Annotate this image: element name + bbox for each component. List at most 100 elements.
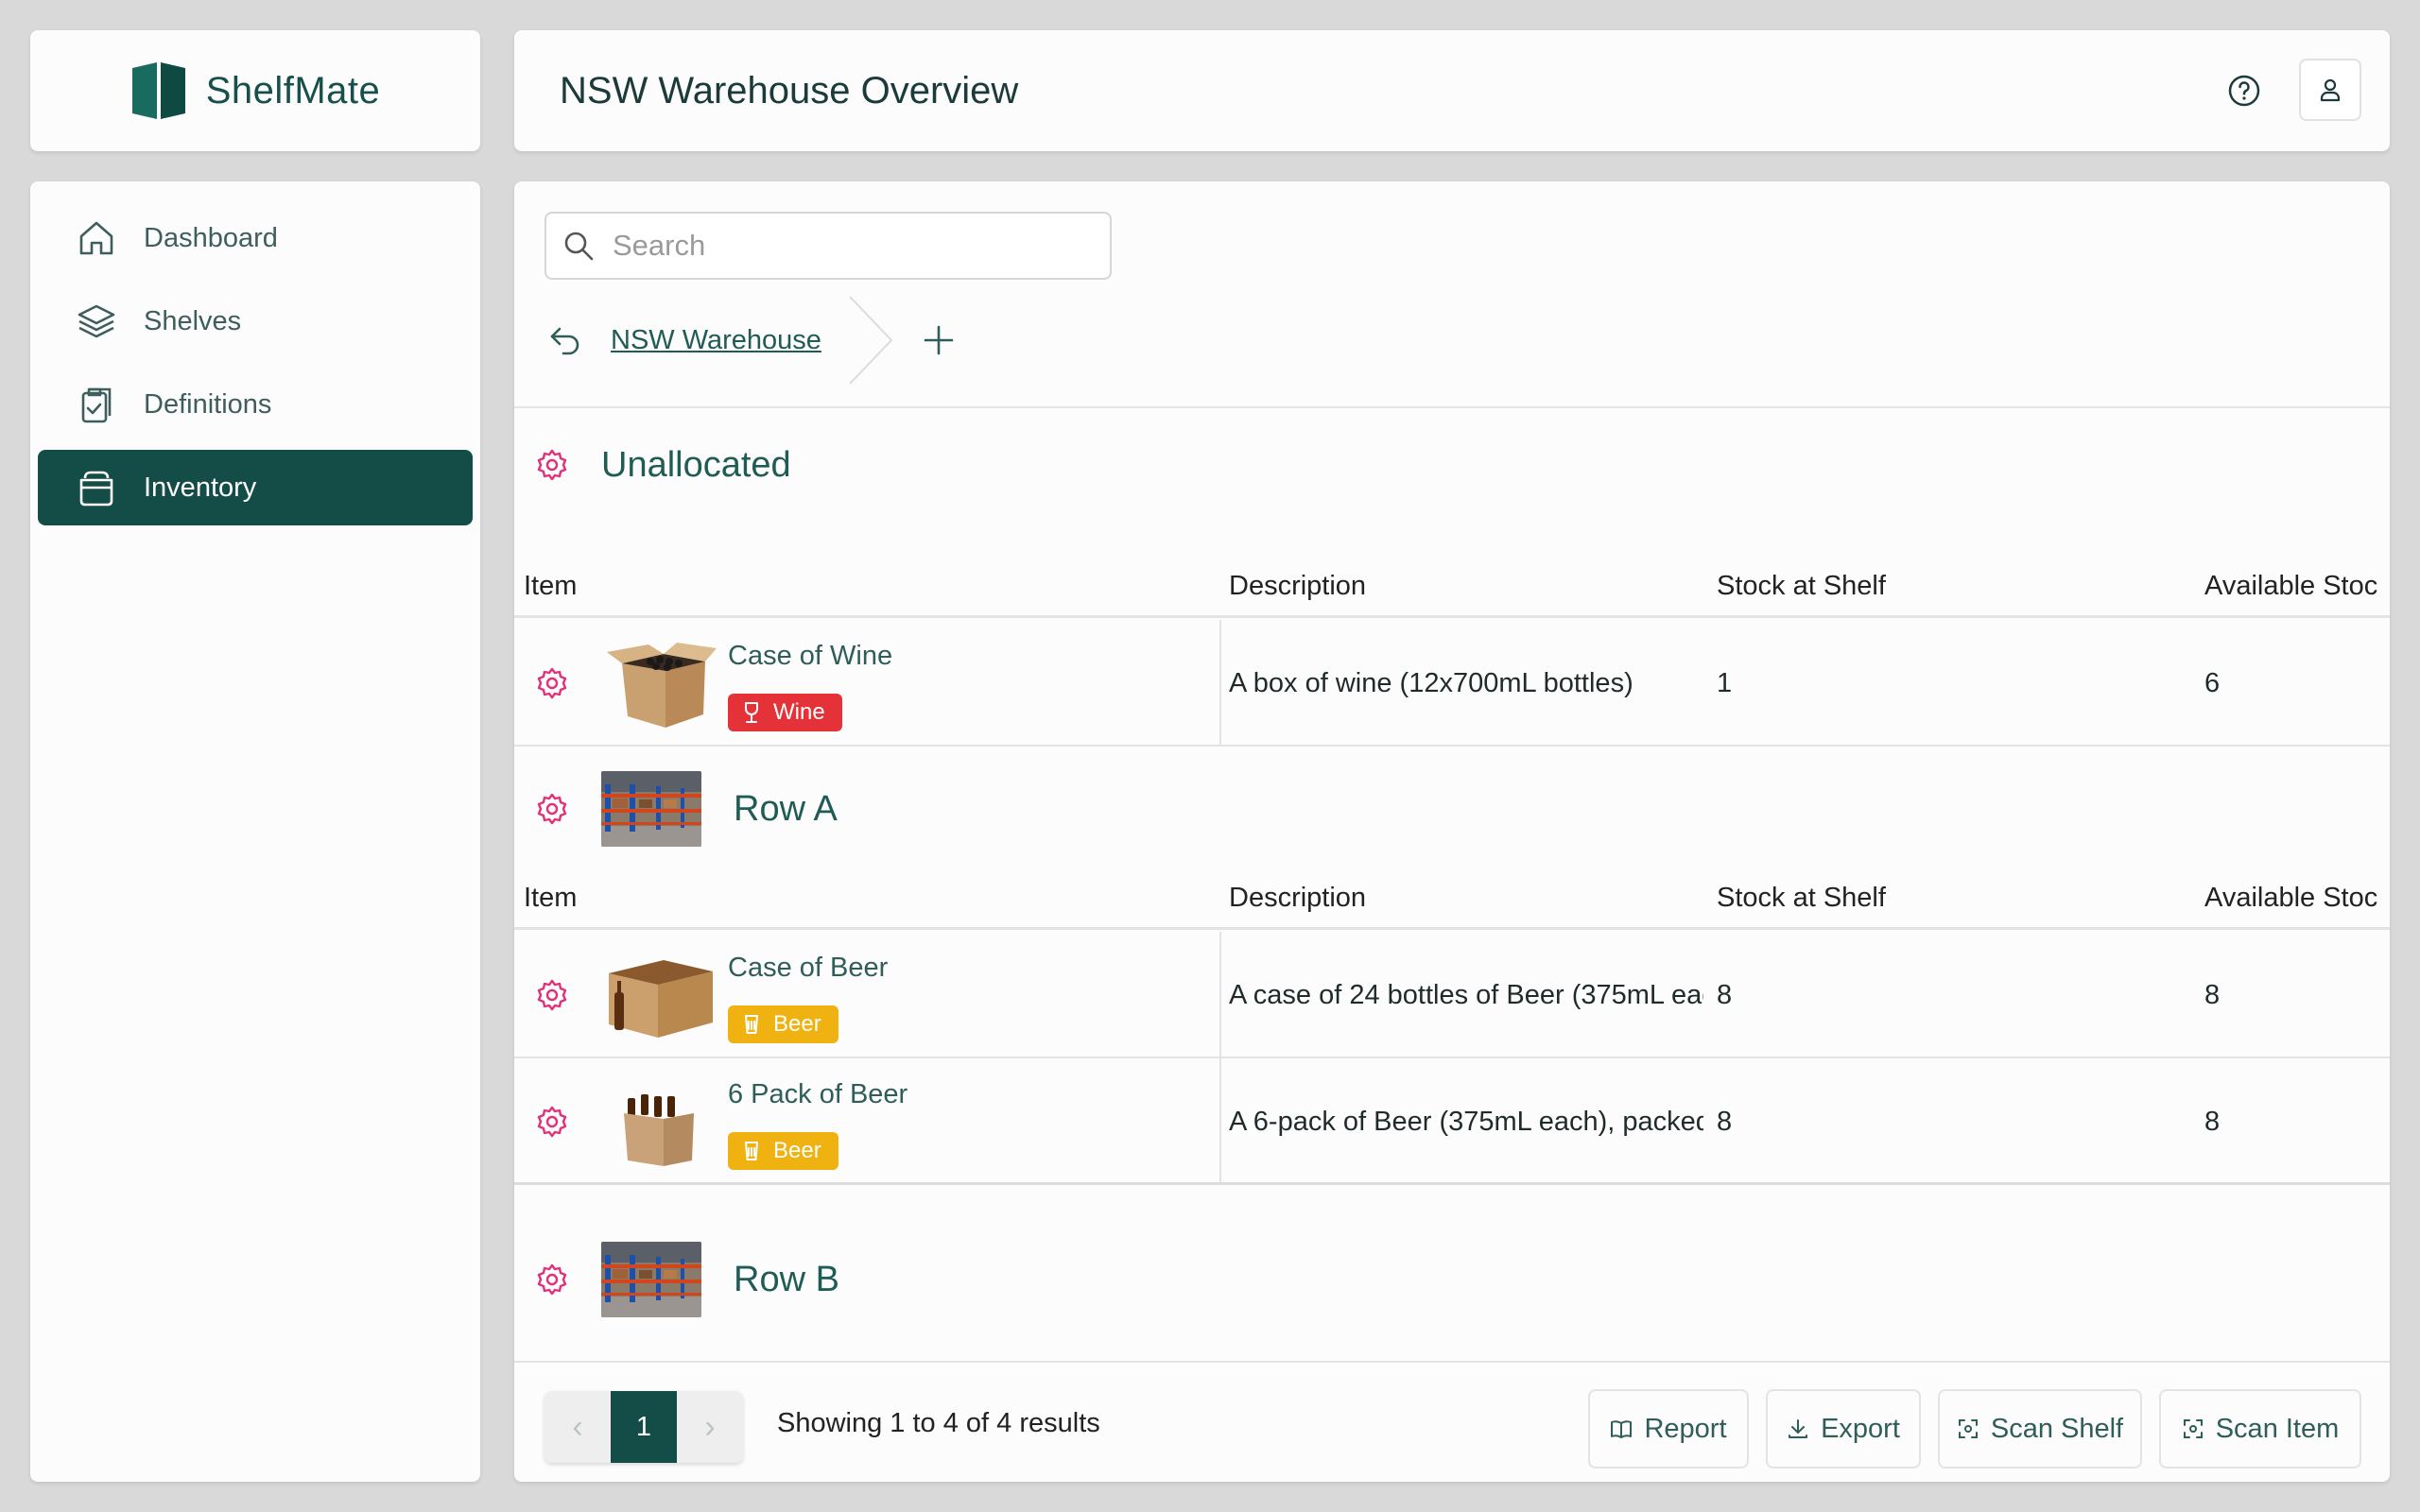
section-title: Row A bbox=[734, 788, 838, 829]
category-tag-beer: Beer bbox=[728, 1132, 838, 1170]
gear-icon[interactable] bbox=[535, 1105, 569, 1139]
download-icon bbox=[1789, 1419, 1808, 1438]
table-footer: ‹ 1 › Showing 1 to 4 of 4 results Report… bbox=[514, 1361, 2390, 1482]
item-name[interactable]: Case of Wine bbox=[728, 641, 892, 672]
sidebar: Dashboard Shelves Definitions Inventory bbox=[30, 181, 480, 1482]
section-header-row-a: Row A bbox=[514, 748, 2390, 869]
item-description: A 6-pack of Beer (375mL each), packed bbox=[1229, 1107, 1703, 1137]
stock-at-shelf: 8 bbox=[1717, 1107, 1733, 1137]
column-header-description: Description bbox=[1229, 571, 1367, 601]
column-header-item: Item bbox=[524, 571, 578, 601]
gear-icon[interactable] bbox=[535, 978, 569, 1012]
section-header-row-b: Row B bbox=[514, 1219, 2390, 1340]
page-button-current[interactable]: 1 bbox=[611, 1391, 677, 1463]
warehouse-row-image bbox=[601, 1242, 701, 1317]
warehouse-row-image bbox=[601, 771, 701, 847]
gear-icon[interactable] bbox=[535, 448, 569, 482]
table-header: Item Description Stock at Shelf Availabl… bbox=[514, 869, 2390, 930]
column-divider bbox=[1219, 620, 1221, 745]
gear-icon[interactable] bbox=[535, 1263, 569, 1297]
report-button[interactable]: Report bbox=[1588, 1389, 1749, 1469]
results-summary: Showing 1 to 4 of 4 results bbox=[777, 1408, 1100, 1438]
prev-page-button[interactable]: ‹ bbox=[544, 1391, 611, 1463]
sidebar-item-definitions[interactable]: Definitions bbox=[38, 367, 473, 442]
next-page-button[interactable]: › bbox=[677, 1391, 743, 1463]
box-icon bbox=[79, 471, 113, 507]
sidebar-item-shelves[interactable]: Shelves bbox=[38, 284, 473, 359]
layers-icon bbox=[78, 304, 115, 338]
search-icon bbox=[564, 232, 594, 261]
breadcrumb: NSW Warehouse bbox=[544, 295, 958, 386]
section-title: Unallocated bbox=[601, 444, 791, 485]
column-divider bbox=[1219, 1058, 1221, 1182]
scan-shelf-button[interactable]: Scan Shelf bbox=[1938, 1389, 2142, 1469]
sidebar-item-inventory[interactable]: Inventory bbox=[38, 450, 473, 525]
stock-at-shelf: 8 bbox=[1717, 980, 1733, 1010]
page-title: NSW Warehouse Overview bbox=[560, 70, 1019, 112]
scan-shelf-label: Scan Shelf bbox=[1990, 1413, 2124, 1444]
home-icon bbox=[79, 221, 113, 255]
tag-label: Beer bbox=[773, 1011, 821, 1037]
user-menu-button[interactable] bbox=[2299, 59, 2361, 121]
sidebar-item-label: Shelves bbox=[144, 305, 242, 336]
header: NSW Warehouse Overview bbox=[514, 30, 2390, 151]
gear-icon[interactable] bbox=[535, 666, 569, 700]
brand-name: ShelfMate bbox=[205, 69, 381, 112]
shelfmate-logo-icon bbox=[131, 62, 185, 119]
sidebar-item-dashboard[interactable]: Dashboard bbox=[38, 200, 473, 276]
breadcrumb-chevron-icon bbox=[849, 296, 893, 385]
table-header: Item Description Stock at Shelf Availabl… bbox=[514, 558, 2390, 618]
book-open-icon bbox=[1611, 1420, 1633, 1438]
category-tag-wine: Wine bbox=[728, 694, 842, 731]
available-stock: 8 bbox=[2204, 980, 2221, 1010]
scan-item-label: Scan Item bbox=[2215, 1413, 2340, 1444]
item-name[interactable]: 6 Pack of Beer bbox=[728, 1079, 908, 1110]
search-input[interactable] bbox=[613, 229, 1104, 263]
scan-icon bbox=[2183, 1419, 2203, 1438]
sidebar-item-label: Inventory bbox=[144, 472, 257, 503]
add-icon[interactable] bbox=[920, 321, 958, 359]
column-header-description: Description bbox=[1229, 883, 1367, 913]
column-header-available-stock: Available Stoc bbox=[2204, 883, 2378, 913]
sidebar-item-label: Definitions bbox=[144, 388, 272, 420]
gear-icon[interactable] bbox=[535, 792, 569, 826]
section-title: Row B bbox=[734, 1259, 839, 1299]
breadcrumb-link-warehouse[interactable]: NSW Warehouse bbox=[611, 325, 821, 356]
scan-icon bbox=[1958, 1419, 1978, 1438]
item-description: A box of wine (12x700mL bottles) bbox=[1229, 668, 1634, 698]
column-divider bbox=[1219, 932, 1221, 1057]
section-header-unallocated: Unallocated bbox=[514, 410, 2390, 520]
column-header-available-stock: Available Stoc bbox=[2204, 571, 2378, 601]
table-row[interactable]: Case of Beer Beer A case of 24 bottles o… bbox=[514, 932, 2390, 1058]
sidebar-item-label: Dashboard bbox=[144, 222, 278, 253]
export-label: Export bbox=[1821, 1413, 1900, 1444]
column-header-stock-at-shelf: Stock at Shelf bbox=[1717, 571, 1886, 601]
tag-label: Beer bbox=[773, 1138, 821, 1163]
item-name[interactable]: Case of Beer bbox=[728, 953, 888, 984]
beer-glass-icon bbox=[745, 1142, 758, 1160]
user-icon bbox=[2320, 78, 2341, 102]
item-description: A case of 24 bottles of Beer (375mL each… bbox=[1229, 980, 1703, 1010]
logo-card: ShelfMate bbox=[30, 30, 480, 151]
available-stock: 6 bbox=[2204, 668, 2221, 698]
divider bbox=[514, 406, 2390, 408]
wine-glass-icon bbox=[745, 702, 758, 723]
stock-at-shelf: 1 bbox=[1717, 668, 1733, 698]
export-button[interactable]: Export bbox=[1766, 1389, 1921, 1469]
report-label: Report bbox=[1644, 1413, 1727, 1444]
column-header-stock-at-shelf: Stock at Shelf bbox=[1717, 883, 1886, 913]
beer-case-image bbox=[609, 960, 713, 1038]
table-row[interactable]: Case of Wine Wine A box of wine (12x700m… bbox=[514, 620, 2390, 747]
wine-case-image bbox=[607, 643, 717, 728]
category-tag-beer: Beer bbox=[728, 1005, 838, 1043]
six-pack-image bbox=[624, 1094, 694, 1166]
help-circle-icon[interactable] bbox=[2225, 72, 2263, 110]
beer-glass-icon bbox=[745, 1015, 758, 1034]
main-panel: NSW Warehouse Unallocated Item Descripti… bbox=[514, 181, 2390, 1482]
clipboard-check-icon bbox=[81, 387, 112, 423]
table-row[interactable]: 6 Pack of Beer Beer A 6-pack of Beer (37… bbox=[514, 1058, 2390, 1185]
tag-label: Wine bbox=[773, 699, 825, 725]
scan-item-button[interactable]: Scan Item bbox=[2159, 1389, 2361, 1469]
back-arrow-icon[interactable] bbox=[546, 321, 584, 359]
search-box[interactable] bbox=[544, 212, 1112, 280]
